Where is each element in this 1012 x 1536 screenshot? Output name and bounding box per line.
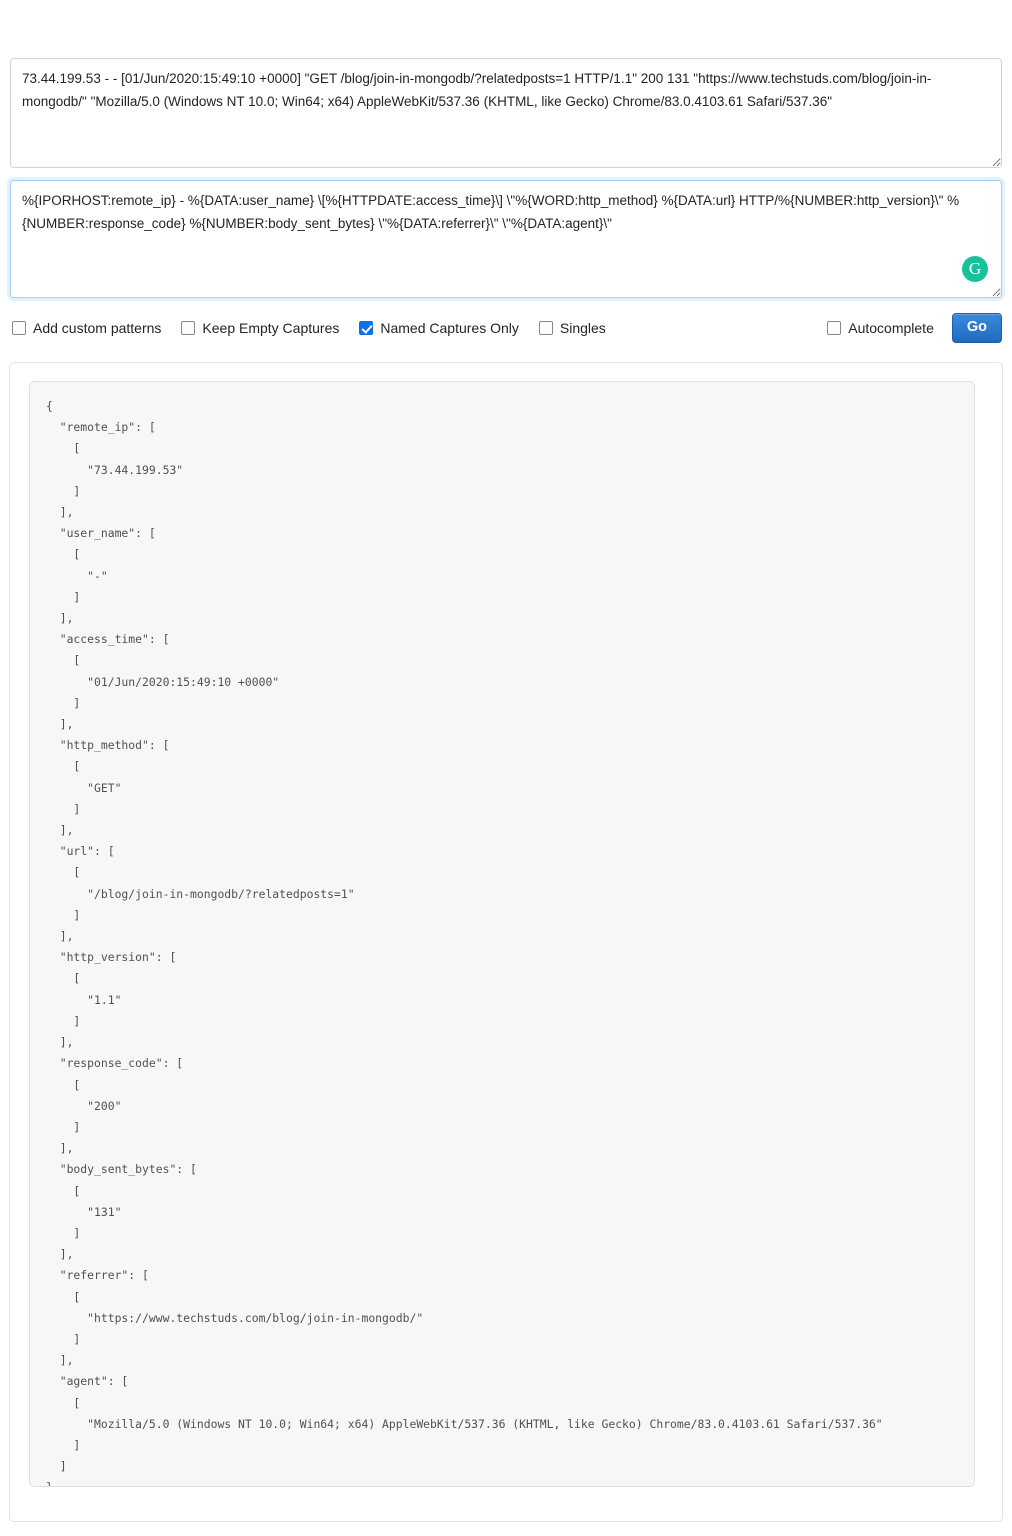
checkbox-add-custom-patterns[interactable]	[12, 321, 26, 335]
structured-output: { "remote_ip": [ [ "73.44.199.53" ] ], "…	[46, 399, 883, 1486]
option-label-autocomplete: Autocomplete	[848, 320, 934, 336]
option-label-named-captures-only: Named Captures Only	[380, 320, 519, 336]
option-autocomplete[interactable]: Autocomplete	[827, 321, 934, 335]
log-sample-field-wrapper	[10, 58, 1002, 168]
option-singles[interactable]: Singles	[538, 320, 606, 336]
log-sample-input[interactable]	[10, 58, 1002, 168]
grok-debugger-page: G Add custom patterns Keep Empty Capture…	[0, 0, 1012, 1536]
option-label-add-custom-patterns: Add custom patterns	[33, 320, 162, 336]
option-add-custom-patterns[interactable]: Add custom patterns	[12, 321, 161, 335]
option-label-keep-empty-captures: Keep Empty Captures	[202, 320, 340, 336]
grok-pattern-field-wrapper: G	[10, 180, 1002, 298]
output-card: { "remote_ip": [ [ "73.44.199.53" ] ], "…	[9, 362, 1003, 1522]
output-scroll-region[interactable]: { "remote_ip": [ [ "73.44.199.53" ] ], "…	[29, 381, 975, 1487]
checkbox-named-captures-only[interactable]	[359, 321, 374, 335]
option-label-singles: Singles	[559, 320, 606, 336]
option-named-captures-only[interactable]: Named Captures Only	[359, 321, 519, 335]
checkbox-autocomplete[interactable]	[827, 321, 842, 335]
grammarly-icon[interactable]: G	[962, 256, 988, 282]
grok-pattern-input[interactable]	[10, 180, 1002, 298]
checkbox-keep-empty-captures[interactable]	[181, 321, 196, 335]
options-row: Add custom patterns Keep Empty Captures …	[10, 312, 1002, 344]
option-keep-empty-captures[interactable]: Keep Empty Captures	[181, 321, 339, 335]
options-right-group: Autocomplete Go	[825, 312, 1002, 344]
checkbox-singles[interactable]	[538, 321, 553, 335]
go-button[interactable]: Go	[951, 312, 1002, 344]
